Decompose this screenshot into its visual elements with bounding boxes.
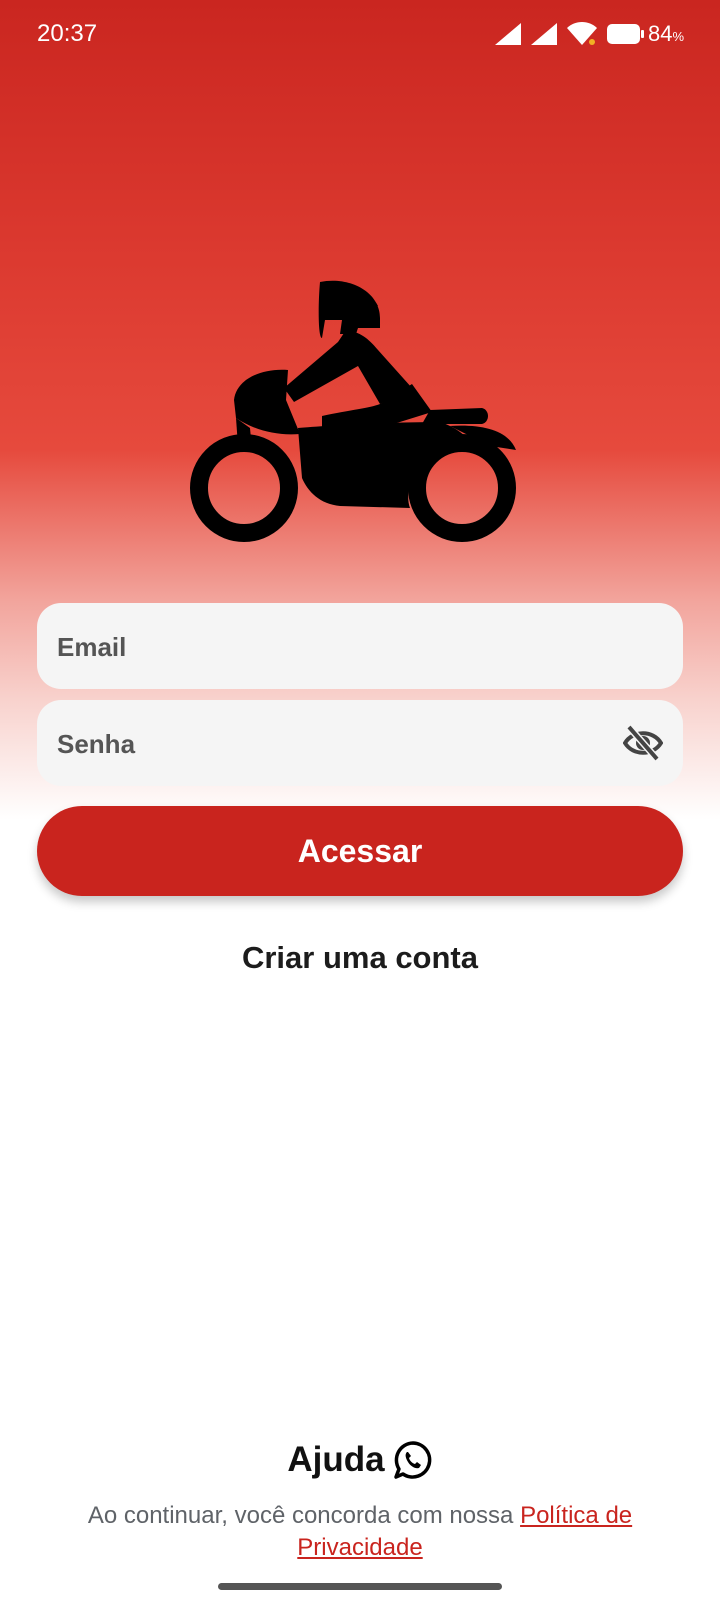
help-link[interactable]: Ajuda [0, 1440, 720, 1480]
status-time: 20:37 [37, 20, 98, 47]
email-field[interactable] [37, 603, 683, 691]
motorcycle-rider-icon [190, 280, 516, 542]
help-label: Ajuda [287, 1440, 385, 1479]
battery-indicator: 84% [606, 21, 684, 47]
password-input[interactable] [55, 700, 619, 788]
home-indicator[interactable] [218, 1583, 502, 1590]
battery-icon [606, 24, 644, 44]
status-bar: 20:37 84% [0, 0, 720, 70]
signal-icon [530, 23, 557, 45]
email-input[interactable] [55, 603, 619, 691]
create-account-link[interactable]: Criar uma conta [0, 940, 720, 976]
signal-icon [494, 23, 521, 45]
whatsapp-icon [393, 1441, 431, 1479]
login-button[interactable]: Acessar [37, 806, 683, 896]
password-field[interactable] [37, 700, 683, 788]
status-icons: 84% [494, 20, 684, 48]
battery-percentage: 84% [647, 21, 684, 46]
wifi-icon [566, 22, 597, 45]
eye-off-icon[interactable] [623, 725, 663, 761]
terms-text: Ao continuar, você concorda com nossa [87, 1502, 521, 1529]
privacy-notice: Ao continuar, você concorda com nossa Po… [40, 1500, 680, 1564]
